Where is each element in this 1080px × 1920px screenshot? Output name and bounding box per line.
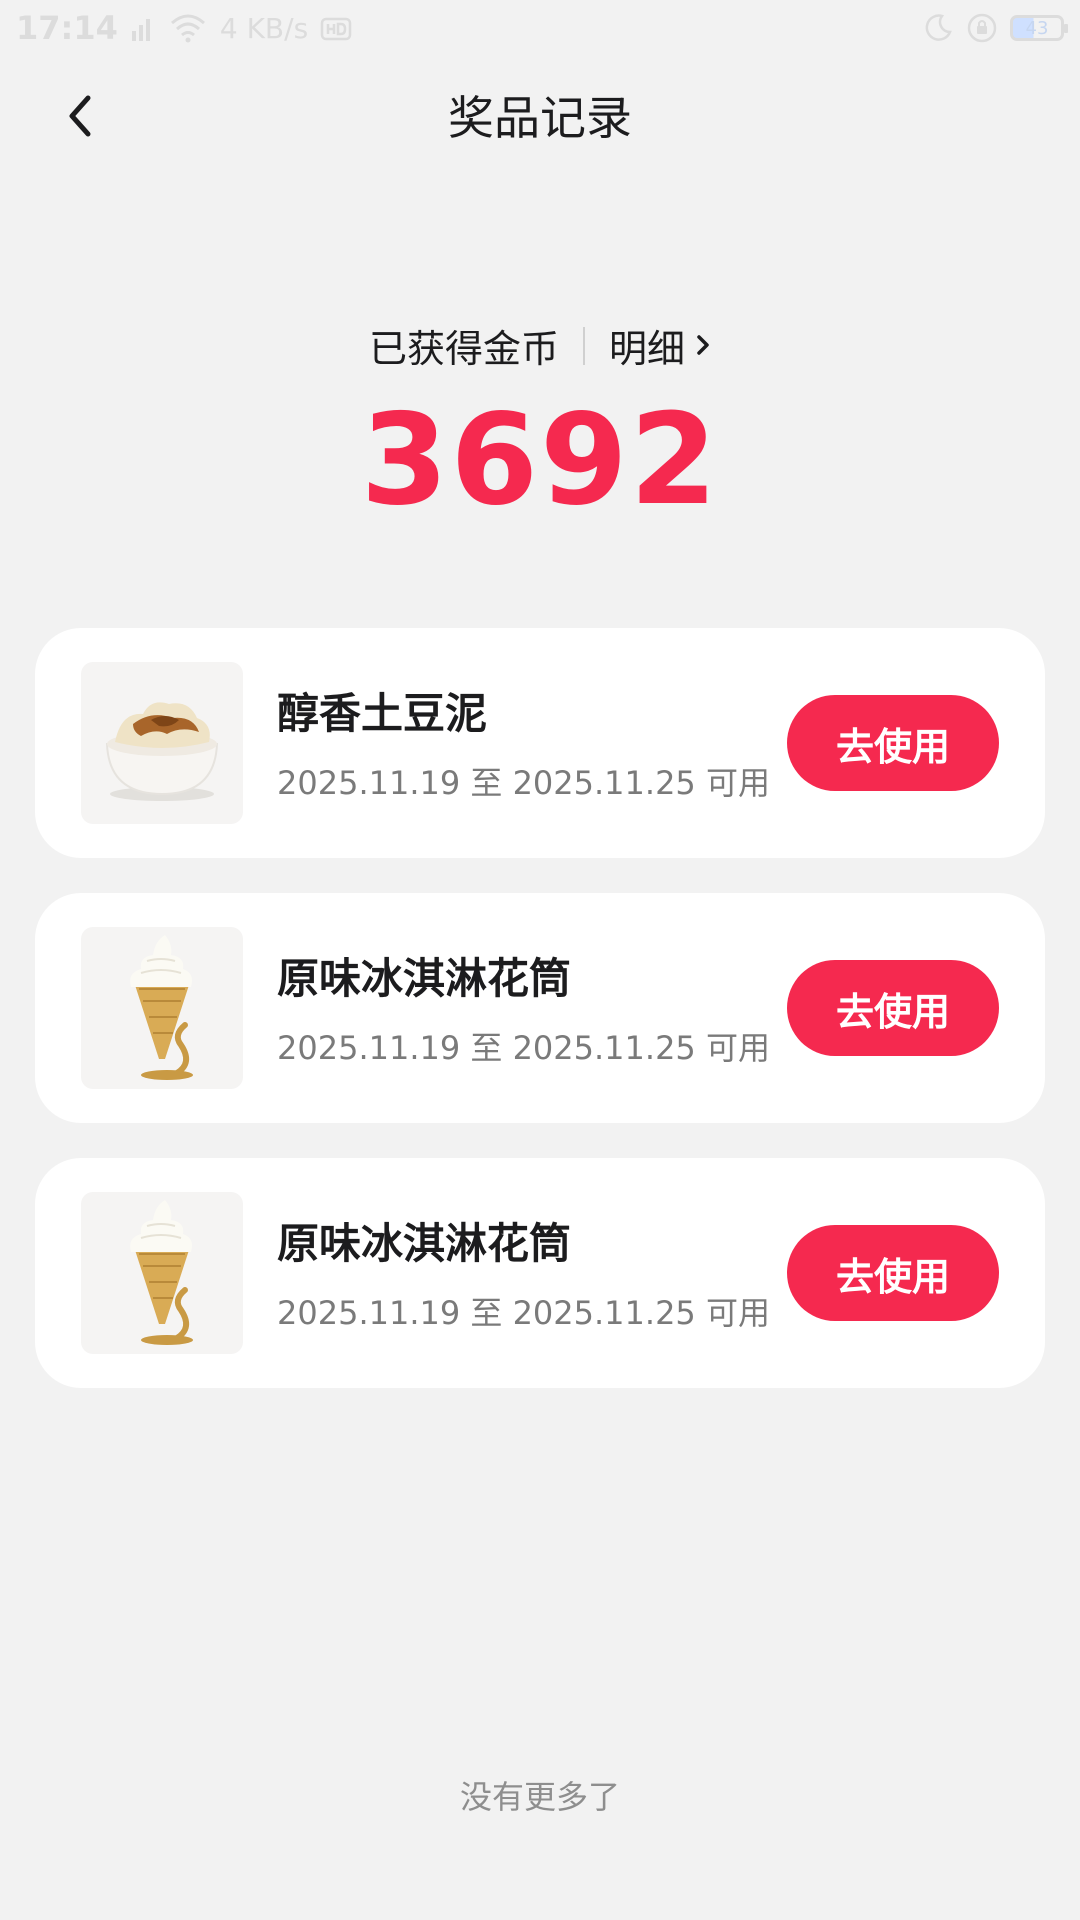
- mashed-potato-image: [81, 662, 243, 824]
- hd-icon: [320, 13, 352, 43]
- battery-icon: 43: [1010, 15, 1068, 41]
- chevron-right-icon: [695, 324, 711, 368]
- prize-name: 醇香土豆泥: [277, 689, 488, 738]
- prize-validity: 2025.11.19 至 2025.11.25 可用: [277, 1294, 770, 1332]
- status-right: 43: [922, 12, 1068, 44]
- prize-card: 原味冰淇淋花筒 2025.11.19 至 2025.11.25 可用 去使用: [35, 1158, 1045, 1388]
- signal-icon: [130, 13, 156, 43]
- prize-validity: 2025.11.19 至 2025.11.25 可用: [277, 1029, 770, 1067]
- ice-cream-cone-image: [81, 927, 243, 1089]
- status-bar: 17:14 4 KB/s 43: [0, 0, 1080, 56]
- moon-icon: [922, 12, 954, 44]
- status-time: 17:14: [16, 9, 118, 47]
- use-button[interactable]: 去使用: [787, 695, 999, 791]
- detail-link[interactable]: 明细: [609, 318, 711, 373]
- coins-label: 已获得金币: [368, 327, 559, 371]
- use-button[interactable]: 去使用: [787, 960, 999, 1056]
- no-more-text: 没有更多了: [459, 1778, 620, 1816]
- network-speed: 4 KB/s: [219, 11, 309, 45]
- nav-bar: 奖品记录: [0, 78, 1080, 158]
- divider: [583, 326, 585, 365]
- prize-name: 原味冰淇淋花筒: [277, 1219, 572, 1268]
- prize-card: 醇香土豆泥 2025.11.19 至 2025.11.25 可用 去使用: [35, 628, 1045, 858]
- prize-validity: 2025.11.19 至 2025.11.25 可用: [277, 764, 770, 802]
- use-button[interactable]: 去使用: [787, 1225, 999, 1321]
- prize-card: 原味冰淇淋花筒 2025.11.19 至 2025.11.25 可用 去使用: [35, 893, 1045, 1123]
- wifi-icon: [168, 13, 208, 43]
- coins-header: 已获得金币 明细: [0, 318, 1080, 373]
- battery-level: 43: [1025, 17, 1049, 39]
- detail-label: 明细: [609, 327, 686, 371]
- lock-rotation-icon: [966, 12, 998, 44]
- page-title: 奖品记录: [448, 91, 632, 145]
- status-left: 17:14 4 KB/s: [16, 9, 352, 47]
- coins-value: 3692: [360, 386, 720, 533]
- ice-cream-cone-image: [81, 1192, 243, 1354]
- prize-name: 原味冰淇淋花筒: [277, 954, 572, 1003]
